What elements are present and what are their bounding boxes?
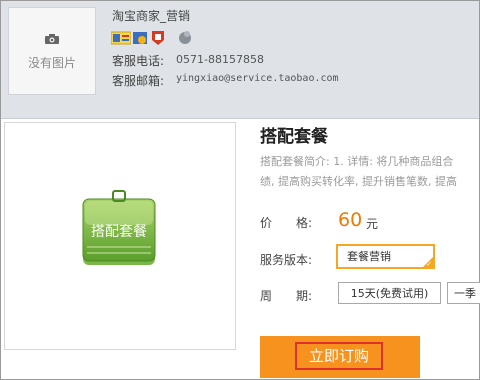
check-icon: ✓ [426,260,432,268]
version-option-selected[interactable]: 套餐营销 ✓ [336,244,435,269]
package-image-label: 搭配套餐 [91,224,147,240]
seller-avatar: 没有图片 [8,7,96,95]
period-label: 周 期: [260,289,313,303]
product-image-panel: 搭配套餐 [4,122,236,350]
period-option-quarter[interactable]: 一季 [447,282,480,304]
price-unit: 元 [366,217,379,231]
consumer-protection-icon[interactable] [111,30,131,46]
buy-now-label: 立即订购 [295,342,383,370]
price-label: 价 格: [260,216,313,230]
email-label: 客服邮箱: [112,74,165,88]
seller-guarantee-icon[interactable] [151,30,165,46]
phone-row: 客服电话: 0571-88157858 [112,52,264,69]
camera-icon [45,34,59,44]
seller-name[interactable]: 淘宝商家_营销 [112,7,190,24]
product-title: 搭配套餐 [260,127,328,147]
product-intro: 搭配套餐简介: 1. 详情: 将几种商品组合 绩, 提高购买转化率, 提升销售笔… [260,152,480,192]
version-option-label: 套餐营销 [347,250,391,263]
version-label: 服务版本: [260,253,313,267]
email-row: 客服邮箱: yingxiao@service.taobao.com [112,72,339,89]
email-value[interactable]: yingxiao@service.taobao.com [176,73,339,84]
buy-now-button[interactable]: 立即订购 [260,336,420,378]
intro-line-1: 搭配套餐简介: 1. 详情: 将几种商品组合 [260,155,454,168]
verified-badge-icon[interactable] [133,30,147,46]
phone-value: 0571-88157858 [176,53,264,66]
price-value: 60 [338,209,363,231]
phone-label: 客服电话: [112,54,165,68]
seller-header: 没有图片 淘宝商家_营销 客服电话: 0571-88157858 客服邮箱: y… [1,1,479,119]
wangwang-chat-icon[interactable] [178,30,192,46]
intro-line-2: 绩, 提高购买转化率, 提升销售笔数, 提高 [260,175,457,188]
no-image-text: 没有图片 [27,56,76,70]
period-option-trial[interactable]: 15天(免费试用) [338,282,441,304]
